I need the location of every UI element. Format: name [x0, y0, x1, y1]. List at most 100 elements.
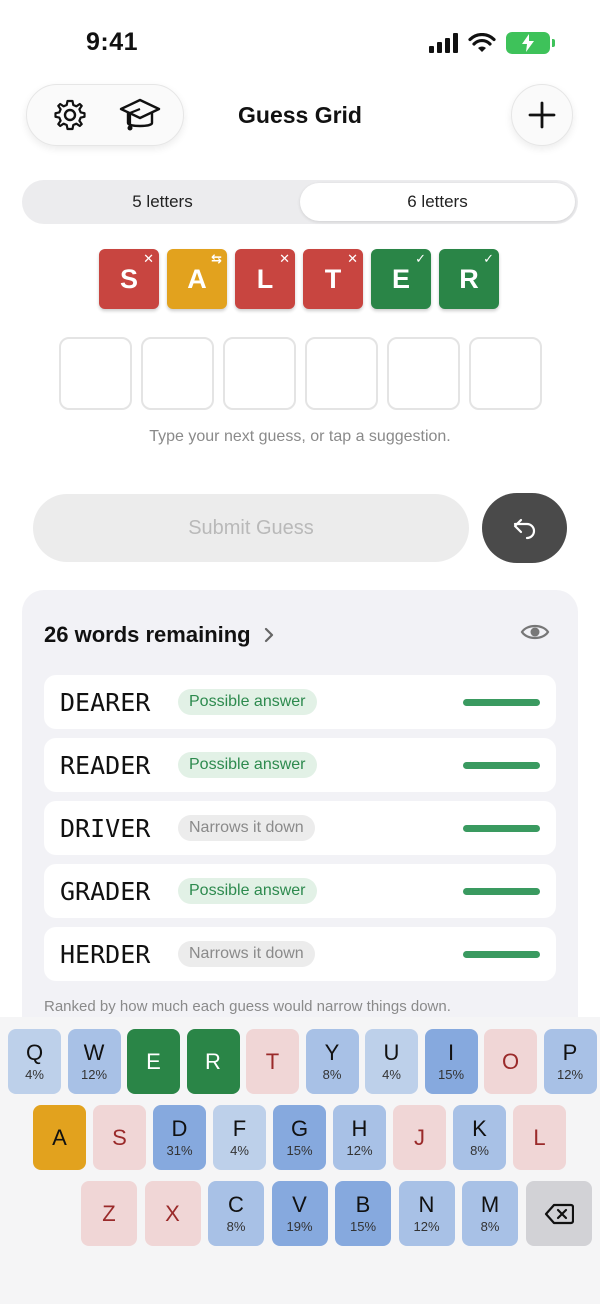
backspace-key[interactable] [526, 1181, 592, 1246]
key-n[interactable]: N 12% [398, 1181, 455, 1246]
key-letter: I [447, 1040, 455, 1065]
segment-5-letters[interactable]: 5 letters [25, 183, 300, 221]
settings-button[interactable] [43, 88, 97, 142]
words-remaining-header[interactable]: 26 words remaining [44, 622, 275, 648]
undo-button[interactable] [482, 493, 567, 563]
key-h[interactable]: H 12% [333, 1105, 386, 1170]
key-percentage: 12% [346, 1143, 373, 1158]
key-percentage: 8% [322, 1067, 342, 1082]
key-percentage: 8% [470, 1143, 489, 1158]
key-letter: U [383, 1040, 400, 1065]
key-letter: H [351, 1116, 368, 1141]
cellular-signal-icon [429, 33, 458, 53]
key-u[interactable]: U 4% [365, 1029, 418, 1094]
header-icon-group [26, 84, 184, 146]
key-q[interactable]: Q 4% [8, 1029, 61, 1094]
key-t[interactable]: T [246, 1029, 299, 1094]
tile-letter: L [256, 263, 274, 294]
key-percentage: 12% [80, 1067, 108, 1082]
hint-text: Type your next guess, or tap a suggestio… [149, 428, 451, 445]
key-j[interactable]: J [393, 1105, 446, 1170]
key-letter: T [265, 1048, 280, 1074]
key-l[interactable]: L [513, 1105, 566, 1170]
letter-input-box[interactable] [469, 337, 542, 410]
undo-icon [513, 518, 535, 540]
letter-input-box[interactable] [305, 337, 378, 410]
key-letter: J [414, 1124, 425, 1150]
correct-mark-icon: ✓ [415, 251, 426, 266]
key-letter: D [171, 1116, 188, 1141]
key-z[interactable]: Z [81, 1181, 137, 1246]
gear-icon [54, 99, 86, 131]
tile-letter: T [324, 263, 342, 294]
key-letter: O [501, 1048, 520, 1074]
key-k[interactable]: K 8% [453, 1105, 506, 1170]
suggestion-word: DRIVER [60, 813, 151, 843]
key-p[interactable]: P 12% [543, 1029, 597, 1094]
key-a[interactable]: A [33, 1105, 86, 1170]
suggestion-row[interactable]: GRADER Possible answer [44, 864, 556, 918]
suggestion-row[interactable]: DRIVER Narrows it down [44, 801, 556, 855]
absent-mark-icon: ✕ [143, 251, 154, 266]
suggestion-row[interactable]: READER Possible answer [44, 738, 556, 792]
app-title: Guess Grid [238, 102, 362, 128]
suggestion-row[interactable]: DEARER Possible answer [44, 675, 556, 729]
key-x[interactable]: X [144, 1181, 201, 1246]
graduation-cap-icon [119, 98, 161, 131]
guess-tile[interactable]: T ✕ [303, 249, 363, 309]
add-button[interactable] [511, 84, 573, 146]
key-i[interactable]: I 15% [424, 1029, 478, 1094]
toggle-visibility-button[interactable] [520, 622, 550, 647]
letter-input-box[interactable] [223, 337, 296, 410]
submit-guess-button[interactable]: Submit Guess [33, 494, 469, 562]
battery-charging-icon [506, 32, 555, 54]
key-letter: V [292, 1192, 307, 1217]
guess-tile[interactable]: S ✕ [99, 249, 159, 309]
misplaced-mark-icon: ⇆ [211, 251, 222, 266]
key-letter: N [418, 1192, 435, 1217]
backspace-icon [544, 1203, 574, 1224]
guess-row: S ✕ A ⇆ L ✕ T ✕ E ✓ R ✓ [99, 249, 499, 309]
status-time: 9:41 [86, 28, 139, 56]
key-g[interactable]: G 15% [273, 1105, 326, 1170]
tile-letter: R [459, 263, 479, 294]
key-w[interactable]: W 12% [67, 1029, 121, 1094]
key-b[interactable]: B 15% [335, 1181, 391, 1246]
suggestion-list: DEARER Possible answer READER Possible a… [44, 675, 556, 990]
key-y[interactable]: Y 8% [305, 1029, 359, 1094]
key-o[interactable]: O [484, 1029, 537, 1094]
key-v[interactable]: V 19% [271, 1181, 328, 1246]
guess-tile[interactable]: R ✓ [439, 249, 499, 309]
key-letter: P [562, 1040, 578, 1065]
absent-mark-icon: ✕ [347, 251, 358, 266]
letter-input-box[interactable] [141, 337, 214, 410]
guess-tile[interactable]: A ⇆ [167, 249, 227, 309]
key-letter: R [205, 1048, 221, 1074]
key-m[interactable]: M 8% [462, 1181, 518, 1246]
key-c[interactable]: C 8% [208, 1181, 264, 1246]
letter-input-box[interactable] [59, 337, 132, 410]
score-bar [463, 762, 540, 769]
suggestion-row[interactable]: HERDER Narrows it down [44, 927, 556, 981]
key-e[interactable]: E [127, 1029, 180, 1094]
letter-input-box[interactable] [387, 337, 460, 410]
key-letter: B [355, 1192, 371, 1217]
header: Guess Grid [0, 84, 600, 146]
key-r[interactable]: R [186, 1029, 240, 1094]
key-d[interactable]: D 31% [153, 1105, 206, 1170]
tile-letter: E [391, 263, 410, 294]
guess-tile[interactable]: E ✓ [371, 249, 431, 309]
key-f[interactable]: F 4% [213, 1105, 266, 1170]
suggestion-word: GRADER [60, 876, 151, 906]
learn-button[interactable] [113, 88, 167, 142]
score-bar [463, 699, 540, 706]
suggestion-word: DEARER [60, 687, 151, 717]
key-letter: W [83, 1040, 105, 1065]
key-percentage: 12% [413, 1219, 440, 1234]
guess-tile[interactable]: L ✕ [235, 249, 295, 309]
key-s[interactable]: S [93, 1105, 146, 1170]
suggestion-badge: Possible answer [178, 689, 317, 715]
suggestion-badge: Possible answer [178, 878, 317, 904]
key-letter: Z [102, 1200, 116, 1226]
segment-6-letters[interactable]: 6 letters [300, 183, 575, 221]
